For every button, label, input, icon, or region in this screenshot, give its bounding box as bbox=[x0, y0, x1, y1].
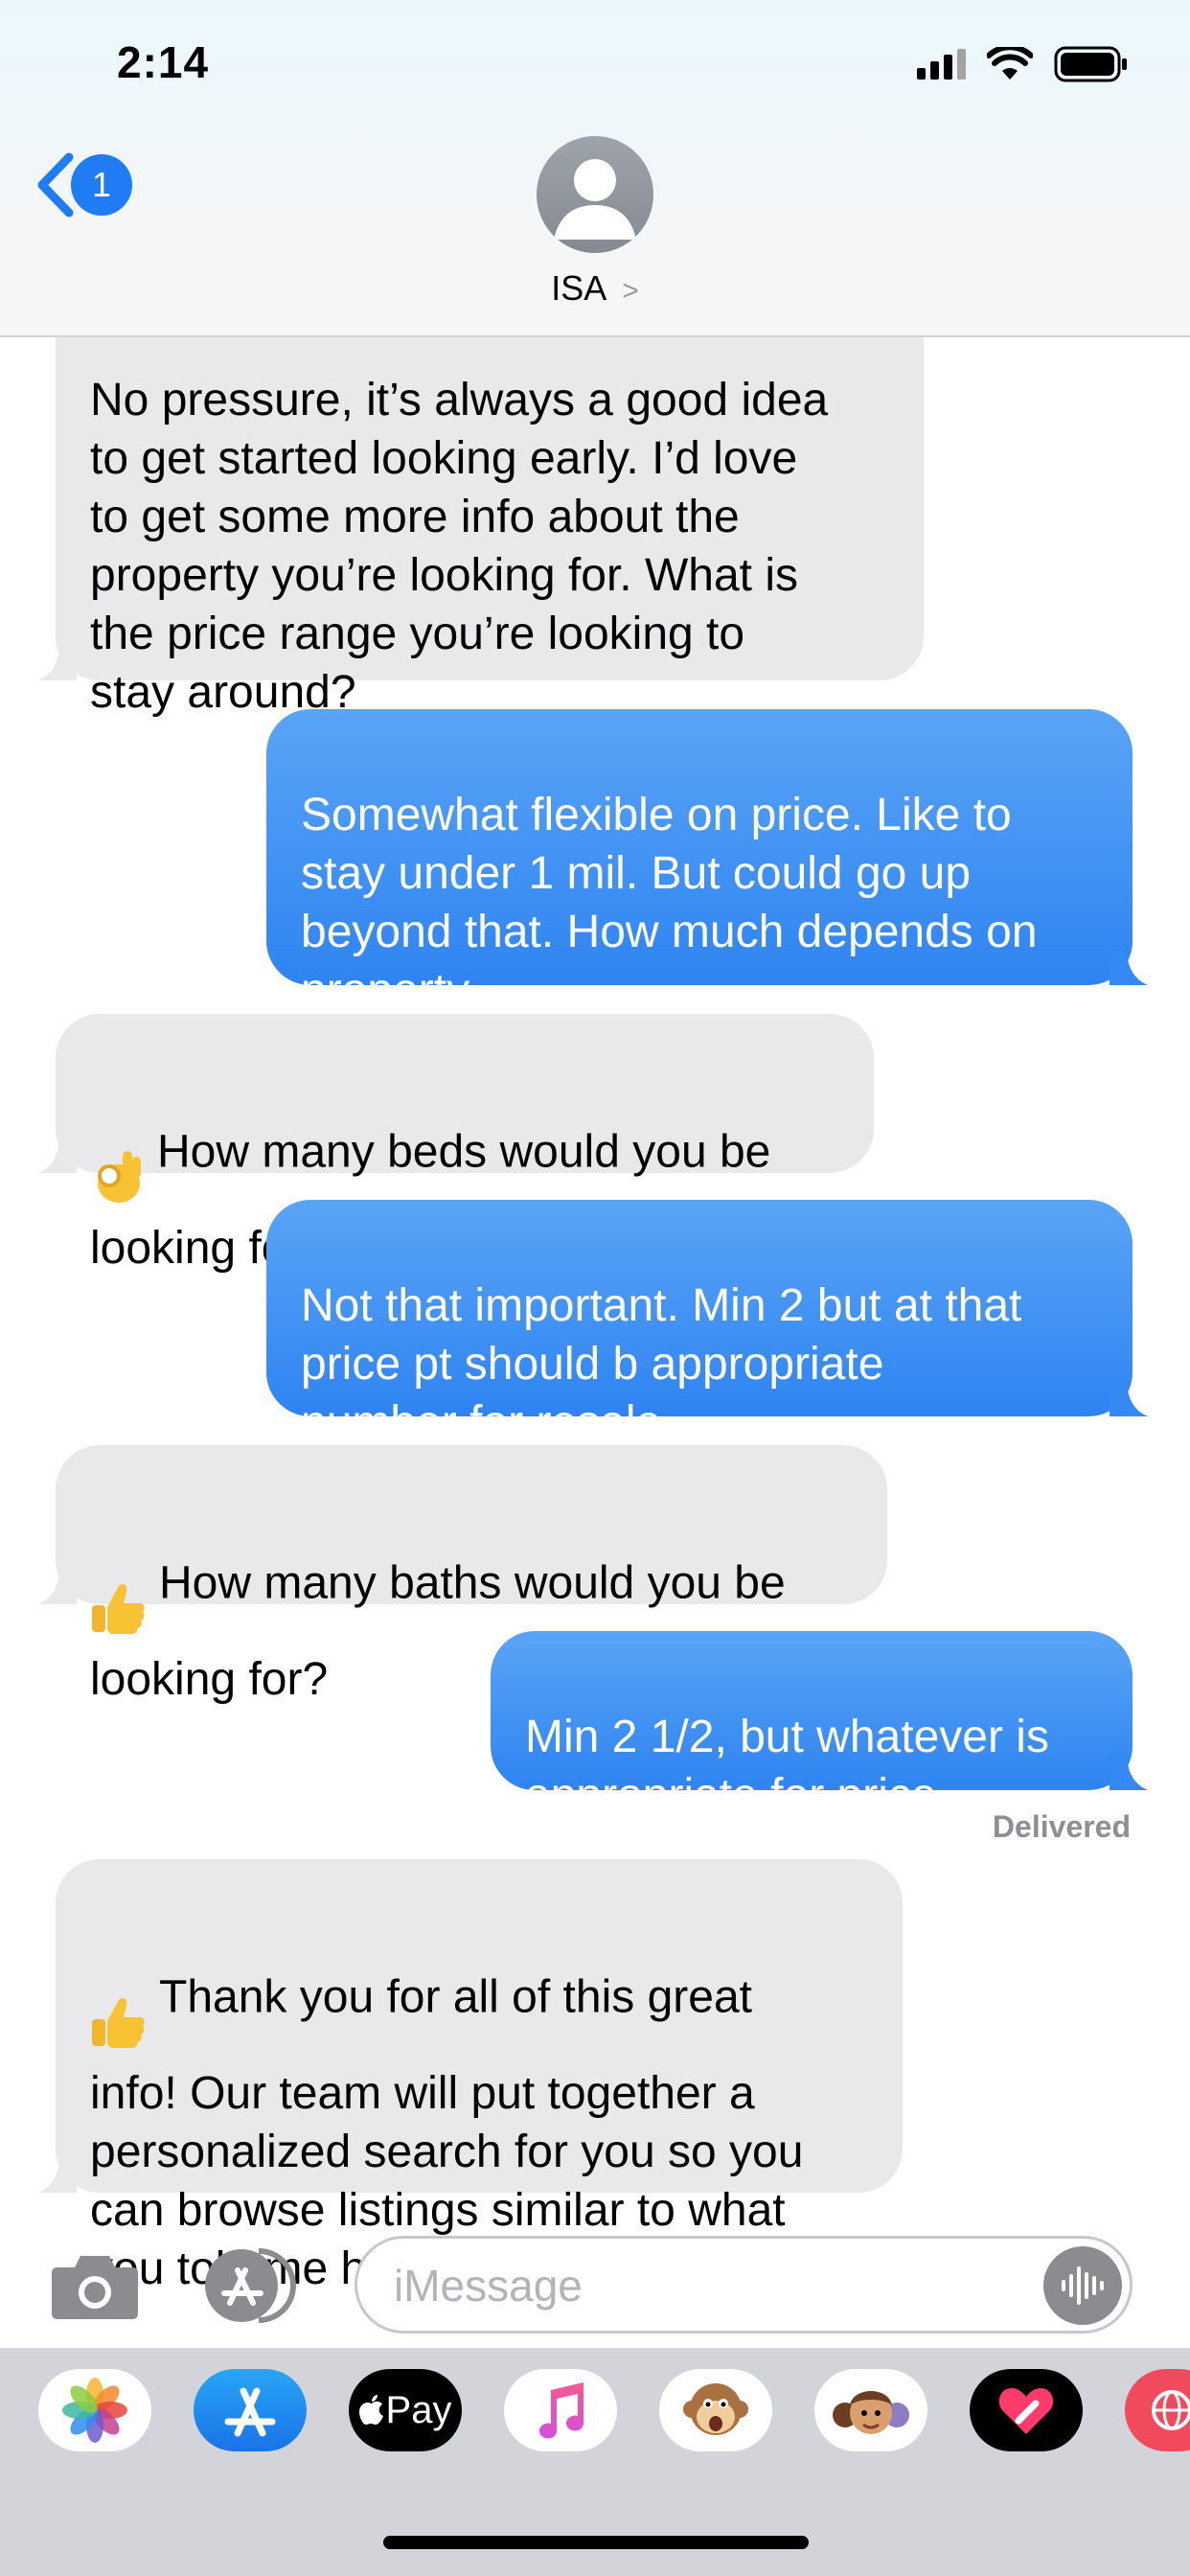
cellular-signal-icon bbox=[917, 49, 966, 80]
bubble-tail bbox=[1110, 947, 1148, 985]
battery-icon bbox=[1054, 46, 1127, 82]
message-input[interactable]: iMessage bbox=[355, 2236, 1133, 2334]
wifi-icon bbox=[987, 47, 1033, 80]
animoji-icon[interactable] bbox=[659, 2369, 772, 2451]
back-button[interactable]: 1 bbox=[33, 151, 132, 218]
bubble-tail bbox=[1110, 1378, 1148, 1416]
bubble-tail bbox=[38, 1135, 77, 1173]
music-icon[interactable] bbox=[504, 2369, 617, 2451]
bubble-tail bbox=[1110, 1752, 1148, 1790]
camera-icon bbox=[52, 2256, 138, 2319]
message-bubble-received[interactable]: No pressure, it’s always a good idea to … bbox=[38, 299, 924, 718]
thumbs-up-emoji bbox=[90, 1936, 146, 2064]
app-drawer-button[interactable] bbox=[201, 2247, 297, 2324]
apple-pay-label: Pay bbox=[385, 2388, 452, 2431]
message-text: No pressure, it’s always a good idea to … bbox=[90, 375, 829, 718]
status-time: 2:14 bbox=[117, 37, 210, 87]
unread-badge: 1 bbox=[71, 154, 132, 216]
ok-hand-emoji bbox=[90, 1091, 144, 1219]
thumbs-up-emoji bbox=[90, 1522, 146, 1650]
message-input-placeholder: iMessage bbox=[394, 2261, 583, 2311]
person-icon bbox=[554, 159, 636, 240]
message-text: Not that important. Min 2 but at that pr… bbox=[301, 1280, 1022, 1448]
message-bubble-sent[interactable]: Min 2 1/2, but whatever is appropriate f… bbox=[491, 1631, 1148, 1821]
waveform-icon bbox=[1062, 2266, 1104, 2305]
bubble-tail bbox=[38, 2154, 77, 2193]
message-bubble-sent[interactable]: Somewhat flexible on price. Like to stay… bbox=[266, 709, 1148, 1016]
memoji-icon[interactable] bbox=[814, 2369, 927, 2451]
status-icons bbox=[917, 46, 1129, 82]
web-search-icon[interactable] bbox=[1125, 2369, 1190, 2451]
app-store-icon[interactable] bbox=[194, 2369, 307, 2451]
home-indicator[interactable] bbox=[383, 2536, 809, 2549]
audio-message-button[interactable] bbox=[1043, 2246, 1122, 2325]
message-bubble-sent[interactable]: Not that important. Min 2 but at that pr… bbox=[266, 1200, 1148, 1448]
message-text: Min 2 1/2, but whatever is appropriate f… bbox=[525, 1712, 1049, 1821]
message-text: Somewhat flexible on price. Like to stay… bbox=[301, 790, 1038, 1016]
digital-touch-icon[interactable] bbox=[970, 2369, 1083, 2451]
contact-avatar[interactable] bbox=[537, 136, 653, 253]
conversation-header: 2:14 1 ISA > bbox=[0, 0, 1190, 337]
message-bubble-received[interactable]: How many baths would you be looking for? bbox=[38, 1445, 887, 1705]
delivered-status: Delivered bbox=[992, 1809, 1131, 1844]
photos-icon[interactable] bbox=[38, 2369, 151, 2451]
chevron-right-icon: > bbox=[622, 275, 639, 307]
contact-name: ISA bbox=[551, 268, 607, 308]
app-store-icon bbox=[205, 2248, 296, 2323]
camera-button[interactable] bbox=[50, 2252, 140, 2326]
bubble-tail bbox=[38, 642, 77, 680]
contact-name-button[interactable]: ISA > bbox=[0, 268, 1190, 309]
bubble-tail bbox=[38, 1566, 77, 1604]
apple-pay-icon[interactable]: Pay bbox=[349, 2369, 462, 2451]
message-bubble-received[interactable]: How many beds would you be looking for i… bbox=[38, 1014, 874, 1274]
message-bubble-received[interactable]: Thank you for all of this great info! Ou… bbox=[38, 1859, 903, 2294]
